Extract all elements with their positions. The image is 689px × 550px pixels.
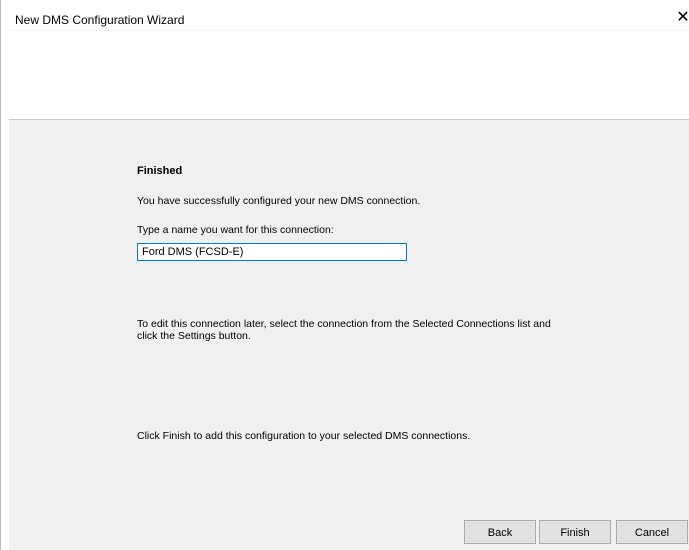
left-edge — [1, 30, 9, 550]
title-bar[interactable]: New DMS Configuration Wizard ✕ — [1, 0, 689, 30]
cancel-button[interactable]: Cancel — [616, 520, 688, 544]
window-title: New DMS Configuration Wizard — [15, 13, 185, 27]
close-icon[interactable]: ✕ — [676, 10, 689, 26]
finished-heading: Finished — [137, 165, 183, 177]
wizard-window: New DMS Configuration Wizard ✕ Finished … — [0, 0, 689, 550]
edit-hint-line1: To edit this connection later, select th… — [137, 318, 551, 330]
finish-button[interactable]: Finish — [539, 520, 611, 544]
connection-name-label: Type a name you want for this connection… — [137, 224, 334, 236]
wizard-footer: Back Finish Cancel — [9, 511, 689, 550]
finish-hint: Click Finish to add this configuration t… — [137, 430, 471, 442]
wizard-header-area — [9, 30, 689, 119]
back-button[interactable]: Back — [464, 520, 536, 544]
edit-hint-line2: click the Settings button. — [137, 330, 251, 342]
connection-name-input[interactable] — [137, 243, 407, 261]
success-message: You have successfully configured your ne… — [137, 195, 421, 207]
wizard-content-panel: Finished You have successfully configure… — [9, 119, 689, 512]
